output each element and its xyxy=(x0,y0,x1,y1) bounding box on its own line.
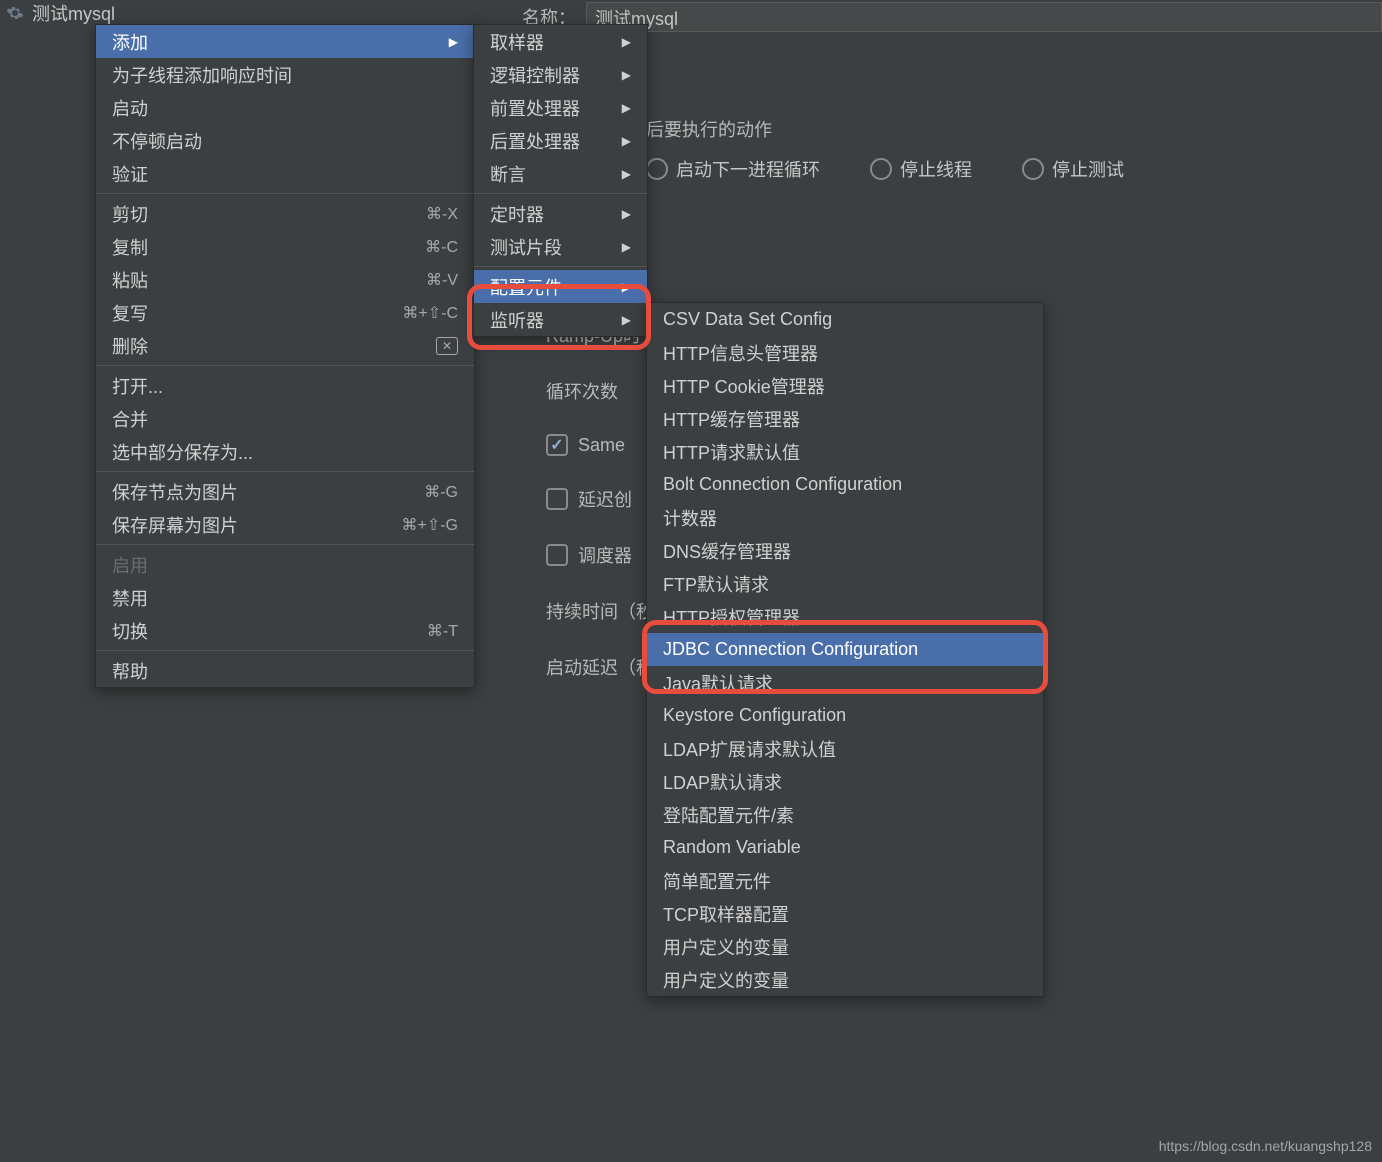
config-element-item[interactable]: 用户定义的变量 xyxy=(647,963,1043,996)
config-element-item[interactable]: HTTP信息头管理器 xyxy=(647,336,1043,369)
submenu-item[interactable]: 监听器▶ xyxy=(474,303,647,336)
config-element-item[interactable]: CSV Data Set Config xyxy=(647,303,1043,336)
submenu-item[interactable]: 后置处理器▶ xyxy=(474,124,647,157)
chevron-right-icon: ▶ xyxy=(622,35,631,49)
config-element-item[interactable]: LDAP扩展请求默认值 xyxy=(647,732,1043,765)
config-element-item[interactable]: FTP默认请求 xyxy=(647,567,1043,600)
duration-label: 持续时间（秒 xyxy=(546,598,654,624)
config-element-item[interactable]: Bolt Connection Configuration xyxy=(647,468,1043,501)
same-label: Same xyxy=(578,435,625,456)
submenu-item[interactable]: 取样器▶ xyxy=(474,25,647,58)
menu-item-delete[interactable]: 删除✕ xyxy=(96,329,474,362)
config-element-item[interactable]: 登陆配置元件/素 xyxy=(647,798,1043,831)
menu-item-add[interactable]: 添加▶ xyxy=(96,25,474,58)
config-element-item[interactable]: 计数器 xyxy=(647,501,1043,534)
menu-separator xyxy=(96,650,474,651)
submenu-item[interactable]: 定时器▶ xyxy=(474,197,647,230)
submenu-item[interactable]: 逻辑控制器▶ xyxy=(474,58,647,91)
chevron-right-icon: ▶ xyxy=(622,280,631,294)
radio-stoptest[interactable]: 停止测试 xyxy=(1022,156,1124,182)
section-title: 后要执行的动作 xyxy=(646,116,1382,142)
name-input[interactable]: 测试mysql xyxy=(586,2,1382,32)
delay-label: 延迟创 xyxy=(578,486,632,512)
chevron-right-icon: ▶ xyxy=(622,313,631,327)
radio-nextloop[interactable]: 启动下一进程循环 xyxy=(646,156,820,182)
menu-item-start[interactable]: 启动 xyxy=(96,91,474,124)
config-element-item[interactable]: Random Variable xyxy=(647,831,1043,864)
config-element-item[interactable]: LDAP默认请求 xyxy=(647,765,1043,798)
menu-item-paste[interactable]: 粘贴⌘-V xyxy=(96,263,474,296)
menu-item-nostop[interactable]: 不停顿启动 xyxy=(96,124,474,157)
menu-item-addtime[interactable]: 为子线程添加响应时间 xyxy=(96,58,474,91)
menu-separator xyxy=(96,193,474,194)
checkbox-sched[interactable] xyxy=(546,544,568,566)
config-element-item[interactable]: HTTP请求默认值 xyxy=(647,435,1043,468)
tree-root-label: 测试mysql xyxy=(32,0,115,26)
submenu-config-element[interactable]: CSV Data Set ConfigHTTP信息头管理器HTTP Cookie… xyxy=(646,302,1044,997)
config-element-item[interactable]: DNS缓存管理器 xyxy=(647,534,1043,567)
menu-separator xyxy=(96,544,474,545)
submenu-add[interactable]: 取样器▶逻辑控制器▶前置处理器▶后置处理器▶断言▶ 定时器▶测试片段▶ 配置元件▶监… xyxy=(473,24,648,337)
loop-label: 循环次数 xyxy=(546,378,618,404)
menu-item-enable: 启用 xyxy=(96,548,474,581)
chevron-right-icon: ▶ xyxy=(622,134,631,148)
config-element-item[interactable]: Java默认请求 xyxy=(647,666,1043,699)
submenu-item[interactable]: 测试片段▶ xyxy=(474,230,647,263)
startdelay-label: 启动延迟（秒 xyxy=(546,654,654,680)
checkbox-same[interactable] xyxy=(546,434,568,456)
menu-item-validate[interactable]: 验证 xyxy=(96,157,474,190)
watermark: https://blog.csdn.net/kuangshp128 xyxy=(1159,1138,1372,1154)
menu-separator xyxy=(96,365,474,366)
config-element-item[interactable]: Keystore Configuration xyxy=(647,699,1043,732)
config-element-item[interactable]: HTTP Cookie管理器 xyxy=(647,369,1043,402)
config-element-item[interactable]: 用户定义的变量 xyxy=(647,930,1043,963)
menu-item-help[interactable]: 帮助 xyxy=(96,654,474,687)
radio-row: 启动下一进程循环 停止线程 停止测试 xyxy=(646,156,1382,182)
delete-key-icon: ✕ xyxy=(436,337,458,355)
menu-item-disable[interactable]: 禁用 xyxy=(96,581,474,614)
chevron-right-icon: ▶ xyxy=(622,101,631,115)
checkbox-delay[interactable] xyxy=(546,488,568,510)
config-element-item[interactable]: HTTP缓存管理器 xyxy=(647,402,1043,435)
config-element-item[interactable]: TCP取样器配置 xyxy=(647,897,1043,930)
chevron-right-icon: ▶ xyxy=(449,35,458,49)
context-menu[interactable]: 添加▶ 为子线程添加响应时间 启动 不停顿启动 验证 剪切⌘-X 复制⌘-C 粘… xyxy=(95,24,475,688)
menu-item-open[interactable]: 打开... xyxy=(96,369,474,402)
menu-item-toggle[interactable]: 切换⌘-T xyxy=(96,614,474,647)
radio-stopthread[interactable]: 停止线程 xyxy=(870,156,972,182)
config-element-item[interactable]: 简单配置元件 xyxy=(647,864,1043,897)
sched-label: 调度器 xyxy=(578,542,632,568)
chevron-right-icon: ▶ xyxy=(622,167,631,181)
chevron-right-icon: ▶ xyxy=(622,68,631,82)
config-element-item[interactable]: JDBC Connection Configuration xyxy=(647,633,1043,666)
menu-separator xyxy=(96,471,474,472)
submenu-item[interactable]: 前置处理器▶ xyxy=(474,91,647,124)
submenu-item[interactable]: 断言▶ xyxy=(474,157,647,190)
config-element-item[interactable]: HTTP授权管理器 xyxy=(647,600,1043,633)
chevron-right-icon: ▶ xyxy=(622,207,631,221)
gear-icon xyxy=(6,4,24,22)
menu-item-copy[interactable]: 复制⌘-C xyxy=(96,230,474,263)
submenu-item[interactable]: 配置元件▶ xyxy=(474,270,647,303)
menu-separator xyxy=(474,193,647,194)
menu-item-merge[interactable]: 合并 xyxy=(96,402,474,435)
menu-item-savenode[interactable]: 保存节点为图片⌘-G xyxy=(96,475,474,508)
menu-item-savescr[interactable]: 保存屏幕为图片⌘+⇧-G xyxy=(96,508,474,541)
menu-separator xyxy=(474,266,647,267)
menu-item-cut[interactable]: 剪切⌘-X xyxy=(96,197,474,230)
chevron-right-icon: ▶ xyxy=(622,240,631,254)
menu-item-savesel[interactable]: 选中部分保存为... xyxy=(96,435,474,468)
menu-item-overwrite[interactable]: 复写⌘+⇧-C xyxy=(96,296,474,329)
